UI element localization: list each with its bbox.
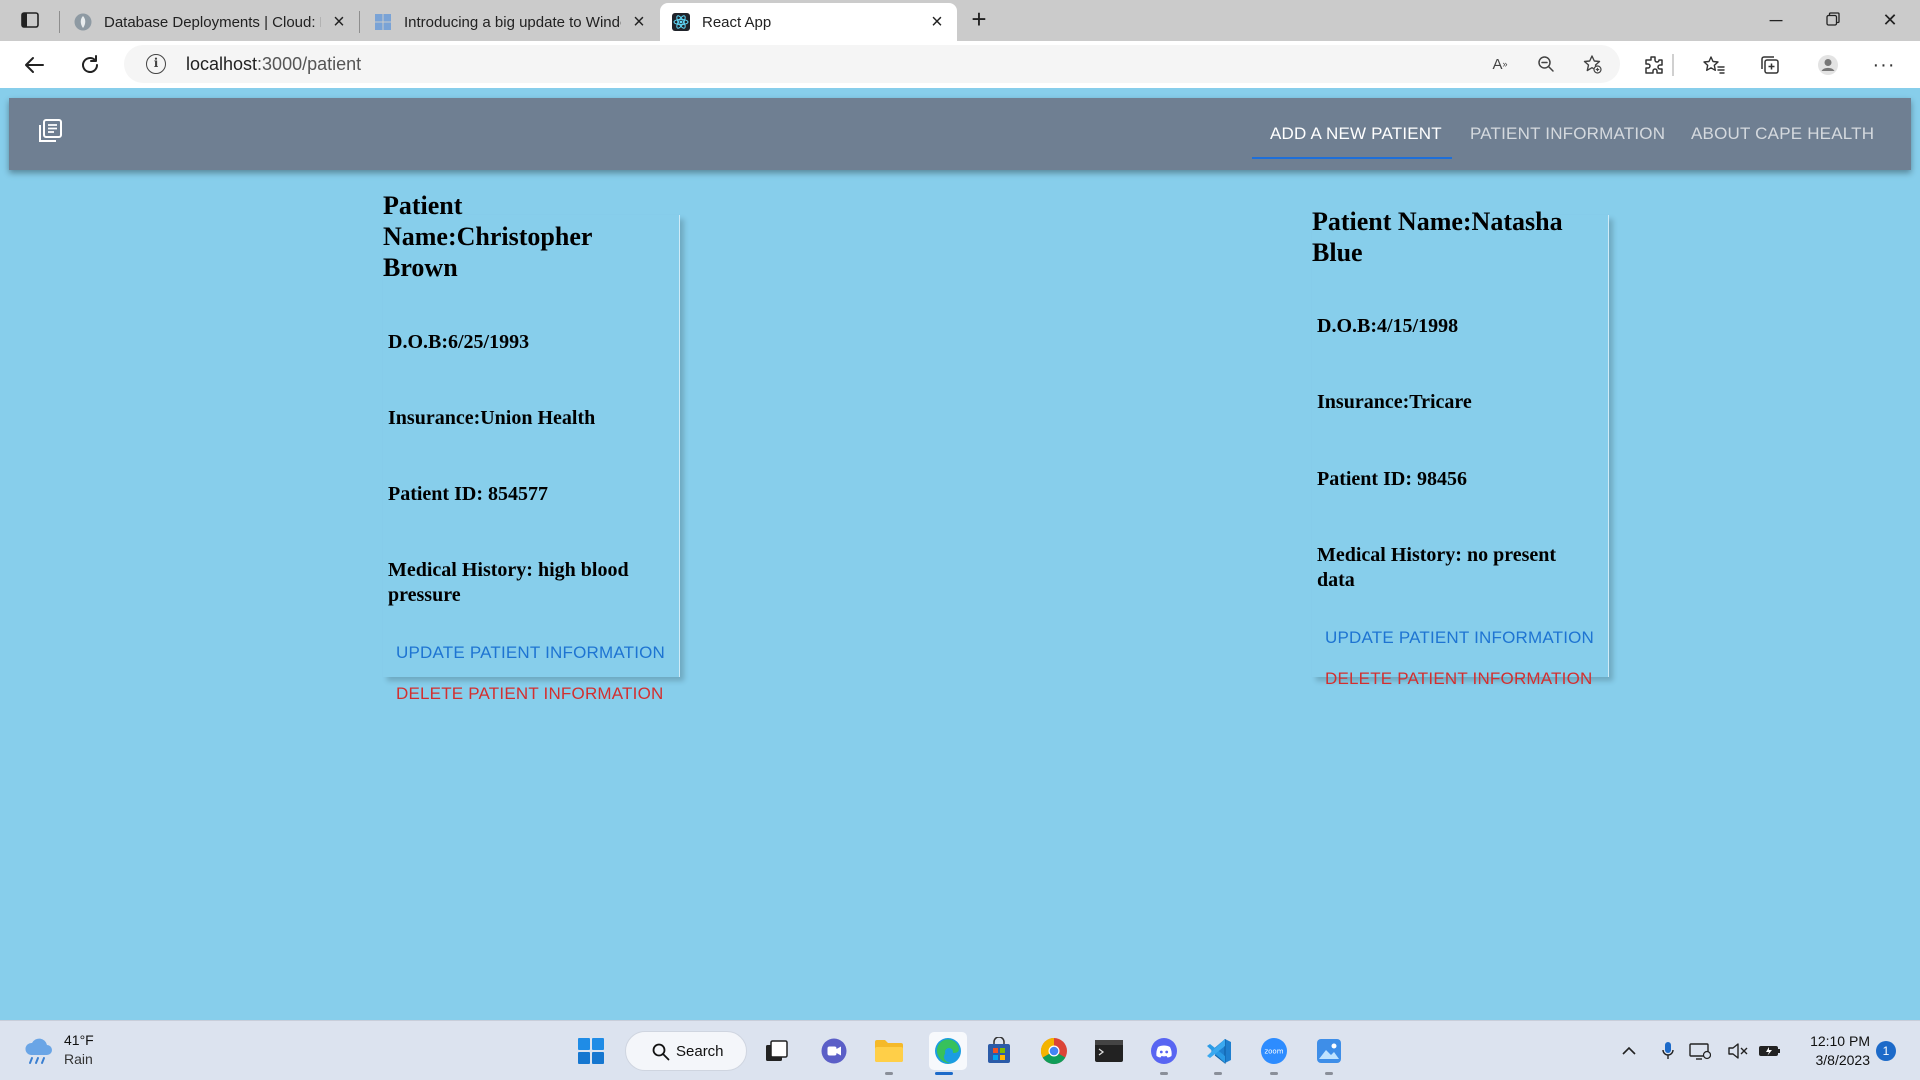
patient-id: Patient ID: 854577 [388, 483, 548, 505]
close-icon[interactable]: × [631, 12, 647, 32]
collections-icon[interactable] [1756, 51, 1784, 79]
photos-app-icon[interactable] [1314, 1036, 1344, 1066]
url-host: localhost [186, 54, 258, 74]
new-tab-button[interactable]: + [965, 6, 993, 34]
update-patient-button[interactable]: UPDATE PATIENT INFORMATION [396, 643, 665, 663]
running-indicator [1160, 1072, 1168, 1075]
running-indicator [1270, 1072, 1278, 1075]
weather-rain-icon[interactable] [22, 1037, 56, 1067]
battery-charging-icon[interactable] [1758, 1039, 1782, 1063]
active-app-indicator [935, 1072, 953, 1075]
tab-mongodb[interactable]: Database Deployments | Cloud: MongoDB Cl… [62, 3, 359, 41]
close-icon[interactable]: × [929, 12, 945, 32]
minimize-button[interactable]: ─ [1756, 6, 1796, 34]
card-frame [1312, 215, 1609, 677]
start-windows-icon[interactable] [576, 1036, 606, 1066]
terminal-app-icon[interactable] [1094, 1036, 1124, 1066]
profile-avatar-icon[interactable] [1814, 51, 1842, 79]
chrome-browser-icon[interactable] [1039, 1036, 1069, 1066]
tab-react-app[interactable]: React App × [660, 3, 957, 41]
tab-separator [359, 11, 360, 33]
patient-medical-history: Medical History: no present data [1317, 544, 1557, 591]
discord-icon[interactable] [1149, 1036, 1179, 1066]
taskbar: 41°F Rain Search zoom 12:10 PM 3/8/2023 … [0, 1020, 1920, 1080]
task-view-icon[interactable] [762, 1036, 792, 1066]
vscode-icon[interactable] [1204, 1036, 1234, 1066]
tab-title: Introducing a big update to Windows 11 [404, 13, 621, 31]
read-aloud-icon[interactable]: A» [1488, 53, 1512, 75]
network-icon[interactable] [1688, 1039, 1712, 1063]
clock-time: 12:10 PM [1810, 1033, 1870, 1049]
back-arrow-icon[interactable] [20, 51, 48, 79]
library-books-icon[interactable] [37, 118, 63, 144]
address-bar[interactable]: i localhost:3000/patient A» [124, 45, 1620, 83]
zoom-out-icon[interactable] [1534, 53, 1558, 75]
search-label: Search [676, 1043, 724, 1060]
site-info-icon[interactable]: i [146, 54, 166, 74]
favorites-icon[interactable] [1700, 51, 1728, 79]
microsoft-store-icon[interactable] [984, 1036, 1014, 1066]
patient-dob: D.O.B:4/15/1998 [1317, 315, 1459, 337]
tab-actions-icon[interactable] [17, 8, 43, 32]
extensions-icon[interactable] [1640, 51, 1668, 79]
delete-patient-button[interactable]: DELETE PATIENT INFORMATION [396, 684, 663, 704]
windows-icon [375, 14, 391, 30]
nav-patient-information[interactable]: PATIENT INFORMATION [1470, 98, 1665, 160]
running-indicator [885, 1072, 893, 1075]
url-text[interactable]: localhost:3000/patient [186, 54, 361, 75]
more-options-icon[interactable]: ··· [1870, 51, 1898, 79]
browser-toolbar: i localhost:3000/patient A» ··· [0, 41, 1920, 88]
running-indicator [1214, 1072, 1222, 1075]
search-icon [652, 1043, 670, 1061]
patient-insurance: Insurance:Union Health [388, 407, 596, 429]
volume-muted-icon[interactable] [1726, 1039, 1750, 1063]
mongodb-leaf-icon [74, 13, 92, 31]
nav-about-cape-health[interactable]: ABOUT CAPE HEALTH [1691, 98, 1874, 160]
url-path: :3000/patient [257, 54, 362, 74]
patient-name: Patient Name:Christopher Brown [383, 191, 592, 282]
clock-date: 3/8/2023 [1815, 1052, 1871, 1068]
close-icon[interactable]: × [331, 12, 347, 32]
restore-button[interactable] [1813, 6, 1853, 34]
toolbar-separator [1672, 54, 1674, 76]
tab-windows-update[interactable]: Introducing a big update to Windows 11 × [362, 3, 659, 41]
tab-separator [59, 11, 60, 33]
delete-patient-button[interactable]: DELETE PATIENT INFORMATION [1325, 669, 1592, 689]
notification-badge[interactable]: 1 [1876, 1041, 1896, 1061]
taskbar-search[interactable]: Search [625, 1031, 747, 1071]
microphone-icon[interactable] [1656, 1039, 1680, 1063]
add-favorite-icon[interactable] [1580, 53, 1604, 75]
active-tab-indicator [1252, 157, 1452, 159]
patient-insurance: Insurance:Tricare [1317, 391, 1472, 413]
file-explorer-icon[interactable] [874, 1036, 904, 1066]
tab-title: React App [702, 13, 772, 31]
edge-browser-icon[interactable] [929, 1032, 967, 1070]
patient-id: Patient ID: 98456 [1317, 468, 1467, 490]
browser-tab-strip: Database Deployments | Cloud: MongoDB Cl… [0, 0, 1920, 41]
running-indicator [1325, 1072, 1333, 1075]
update-patient-button[interactable]: UPDATE PATIENT INFORMATION [1325, 628, 1594, 648]
patient-medical-history: Medical History: high blood pressure [388, 559, 629, 606]
teams-chat-icon[interactable] [819, 1036, 849, 1066]
tab-title: Database Deployments | Cloud: MongoDB Cl… [104, 13, 321, 31]
svg-text:zoom: zoom [1264, 1048, 1283, 1056]
chevron-up-icon[interactable] [1617, 1039, 1641, 1063]
zoom-app-icon[interactable]: zoom [1259, 1036, 1289, 1066]
system-clock[interactable]: 12:10 PM 3/8/2023 [1790, 1032, 1870, 1070]
patient-dob: D.O.B:6/25/1993 [388, 331, 530, 353]
weather-description[interactable]: Rain [64, 1051, 93, 1067]
app-navbar: ADD A NEW PATIENT PATIENT INFORMATION AB… [9, 98, 1911, 170]
refresh-icon[interactable] [76, 51, 104, 79]
weather-temperature[interactable]: 41°F [64, 1032, 94, 1048]
close-window-button[interactable]: ✕ [1870, 6, 1910, 34]
patient-name: Patient Name:Natasha Blue [1312, 207, 1563, 267]
react-icon [672, 13, 690, 31]
nav-add-new-patient[interactable]: ADD A NEW PATIENT [1270, 98, 1442, 160]
